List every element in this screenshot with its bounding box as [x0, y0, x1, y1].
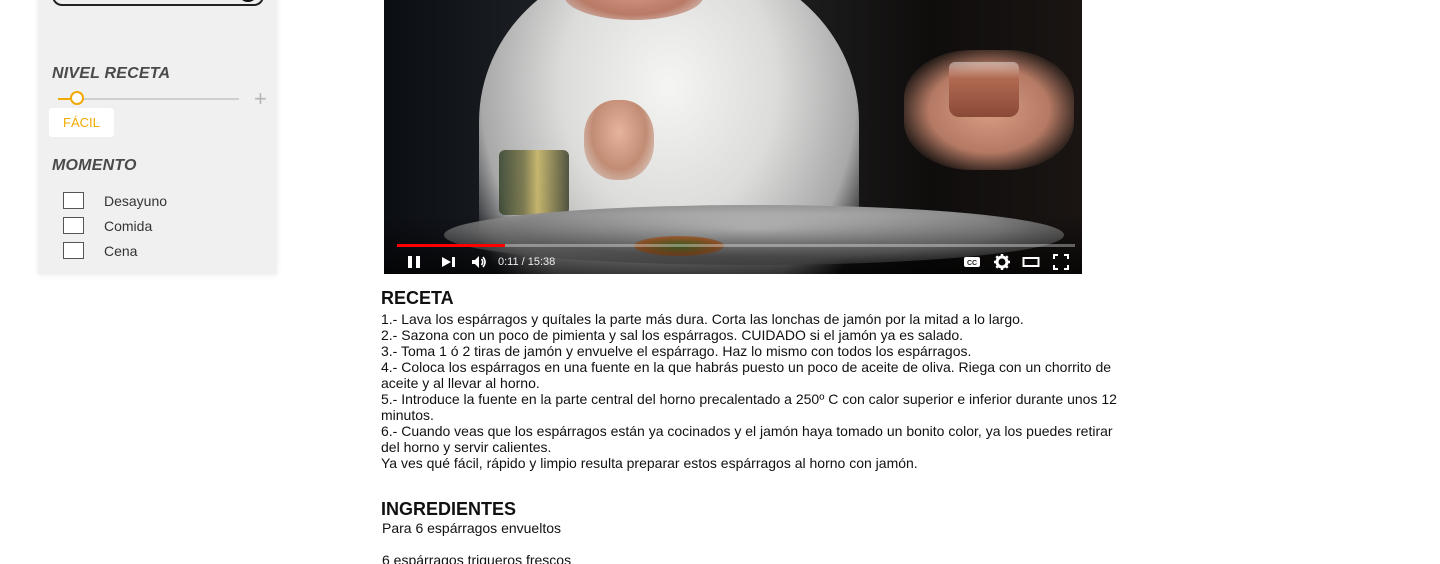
checkbox[interactable]	[63, 242, 84, 259]
video-frame-container	[949, 62, 1019, 117]
next-icon[interactable]	[439, 252, 459, 272]
checkbox[interactable]	[63, 217, 84, 234]
level-slider-fill	[58, 98, 70, 100]
fullscreen-icon[interactable]	[1051, 252, 1071, 272]
level-value-label: FÁCIL	[49, 108, 114, 137]
search-input[interactable]	[52, 0, 264, 6]
checkbox[interactable]	[63, 192, 84, 209]
ingredients-servings: Para 6 espárragos envueltos	[382, 520, 561, 536]
recipe-page: NIVEL RECETA + FÁCIL MOMENTO Desayuno Co…	[0, 0, 1440, 564]
plus-icon[interactable]: +	[254, 88, 267, 110]
level-slider[interactable]	[58, 98, 239, 100]
recipe-closing-note: Ya ves qué fácil, rápido y limpio result…	[381, 455, 918, 471]
captions-icon[interactable]: CC	[962, 252, 982, 272]
video-progress-bar[interactable]	[397, 244, 1075, 247]
moment-option-desayuno[interactable]: Desayuno	[63, 188, 167, 213]
search-button[interactable]	[238, 0, 258, 2]
theater-mode-icon[interactable]	[1021, 252, 1041, 272]
video-progress-played	[397, 244, 506, 247]
video-time-display: 0:11 / 15:38	[498, 256, 556, 268]
level-slider-handle[interactable]	[70, 91, 84, 105]
moment-section-title: MOMENTO	[52, 157, 137, 174]
level-section-title: NIVEL RECETA	[52, 65, 171, 82]
checkbox-label: Comida	[104, 217, 153, 234]
recipe-step: 2.- Sazona con un poco de pimienta y sal…	[381, 327, 964, 343]
moment-checkbox-list: Desayuno Comida Cena	[63, 188, 167, 263]
checkbox-label: Desayuno	[104, 192, 168, 209]
checkbox-label: Cena	[104, 242, 138, 259]
svg-text:CC: CC	[967, 260, 977, 267]
recipe-step: 1.- Lava los espárragos y quítales la pa…	[381, 311, 1024, 327]
video-frame-bottles	[499, 150, 569, 215]
moment-option-cena[interactable]: Cena	[63, 238, 167, 263]
recipe-step: 3.- Toma 1 ó 2 tiras de jamón y envuelve…	[381, 343, 972, 359]
video-frame-hand	[584, 100, 654, 180]
ingredients-heading: INGREDIENTES	[381, 499, 517, 519]
recipe-content: RECETA 1.- Lava los espárragos y quítale…	[381, 287, 1126, 564]
settings-gear-icon[interactable]	[992, 252, 1012, 272]
recipe-step: 6.- Cuando veas que los espárragos están…	[381, 423, 1113, 455]
recipe-heading: RECETA	[381, 288, 454, 308]
moment-option-comida[interactable]: Comida	[63, 213, 167, 238]
recipe-steps: 1.- Lava los espárragos y quítales la pa…	[381, 311, 1126, 471]
video-player[interactable]: 0:11 / 15:38 CC	[384, 0, 1082, 274]
volume-icon[interactable]	[469, 252, 489, 272]
recipe-step: 4.- Coloca los espárragos en una fuente …	[381, 359, 1112, 391]
pause-icon[interactable]	[404, 252, 424, 272]
ingredient-item: 6 espárragos trigueros frescos	[382, 552, 572, 564]
recipe-step: 5.- Introduce la fuente en la parte cent…	[381, 391, 1117, 423]
filter-sidebar: NIVEL RECETA + FÁCIL MOMENTO Desayuno Co…	[38, 0, 277, 274]
